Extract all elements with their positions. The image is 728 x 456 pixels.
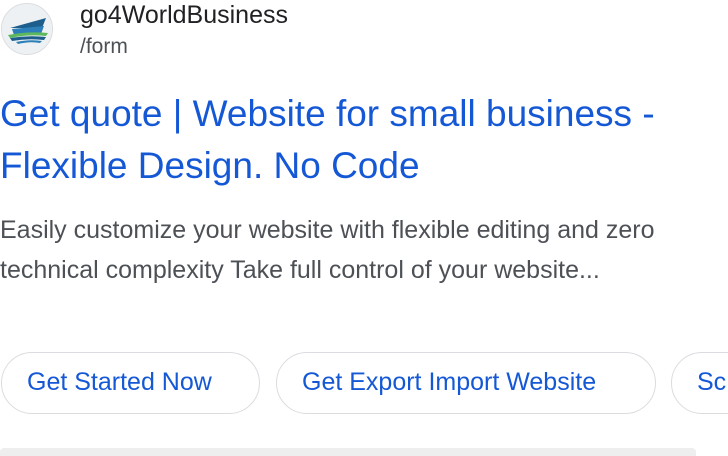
sitelink-partial[interactable]: Sc — [671, 352, 728, 414]
sitelink-get-export-import-website[interactable]: Get Export Import Website — [276, 352, 656, 414]
ship-logo-icon — [1, 3, 53, 55]
site-header[interactable]: go4WorldBusiness /form — [0, 0, 728, 64]
site-path: /form — [80, 35, 128, 58]
next-result-edge — [0, 448, 696, 456]
sitelink-chips: Get Started Now Get Export Import Websit… — [0, 352, 728, 416]
result-title-link[interactable]: Get quote | Website for small business -… — [0, 88, 726, 192]
sitelink-get-started-now[interactable]: Get Started Now — [1, 352, 260, 414]
search-result-ad: go4WorldBusiness /form Get quote | Websi… — [0, 0, 728, 456]
result-snippet: Easily customize your website with flexi… — [0, 216, 655, 284]
site-name: go4WorldBusiness — [80, 1, 288, 29]
